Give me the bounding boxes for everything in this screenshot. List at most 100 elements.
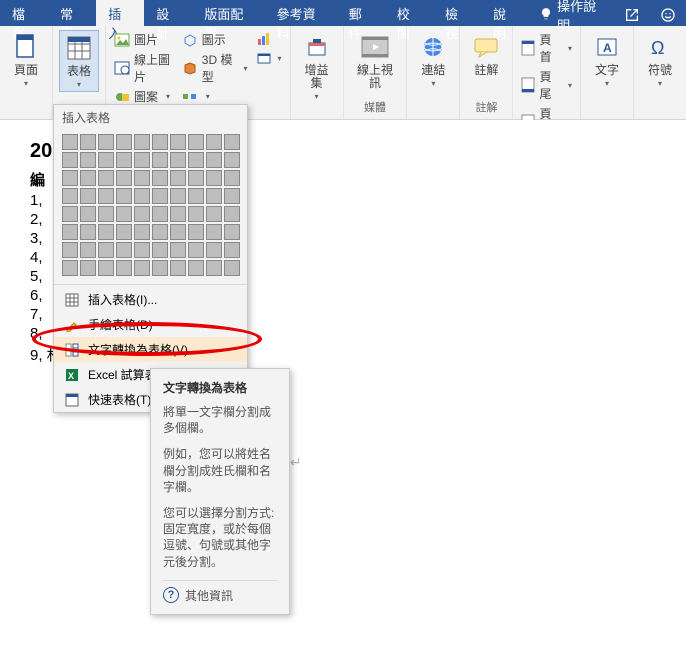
tab-mail[interactable]: 郵件 bbox=[337, 0, 385, 26]
chart-button[interactable] bbox=[254, 30, 284, 48]
grid-cell[interactable] bbox=[62, 152, 78, 168]
grid-cell[interactable] bbox=[170, 134, 186, 150]
tooltip-more-info[interactable]: ? 其他資訊 bbox=[163, 587, 277, 604]
grid-cell[interactable] bbox=[170, 206, 186, 222]
grid-cell[interactable] bbox=[170, 188, 186, 204]
grid-cell[interactable] bbox=[170, 170, 186, 186]
tab-references[interactable]: 參考資料 bbox=[265, 0, 337, 26]
footer-button[interactable]: 頁尾▾ bbox=[519, 67, 574, 103]
grid-cell[interactable] bbox=[62, 170, 78, 186]
grid-cell[interactable] bbox=[206, 242, 222, 258]
grid-cell[interactable] bbox=[98, 134, 114, 150]
icons-button[interactable]: 圖示 bbox=[180, 30, 250, 49]
grid-cell[interactable] bbox=[152, 242, 168, 258]
grid-cell[interactable] bbox=[80, 206, 96, 222]
grid-cell[interactable] bbox=[116, 224, 132, 240]
grid-cell[interactable] bbox=[116, 206, 132, 222]
tab-file[interactable]: 檔案 bbox=[0, 0, 48, 26]
3d-models-button[interactable]: 3D 模型▾ bbox=[180, 50, 250, 86]
grid-cell[interactable] bbox=[62, 242, 78, 258]
grid-cell[interactable] bbox=[224, 134, 240, 150]
grid-cell[interactable] bbox=[98, 242, 114, 258]
grid-cell[interactable] bbox=[152, 170, 168, 186]
share-button[interactable] bbox=[614, 0, 650, 26]
grid-cell[interactable] bbox=[152, 224, 168, 240]
grid-cell[interactable] bbox=[152, 152, 168, 168]
grid-cell[interactable] bbox=[224, 224, 240, 240]
grid-cell[interactable] bbox=[224, 242, 240, 258]
textbox-button[interactable]: A 文字 ▾ bbox=[587, 30, 627, 90]
grid-cell[interactable] bbox=[188, 242, 204, 258]
online-video-button[interactable]: 線上視訊 bbox=[350, 30, 401, 92]
table-button[interactable]: 表格 ▾ bbox=[59, 30, 99, 92]
comment-button[interactable]: 註解 bbox=[466, 30, 506, 79]
grid-cell[interactable] bbox=[116, 260, 132, 276]
grid-cell[interactable] bbox=[188, 224, 204, 240]
grid-cell[interactable] bbox=[62, 206, 78, 222]
grid-cell[interactable] bbox=[116, 242, 132, 258]
grid-cell[interactable] bbox=[170, 260, 186, 276]
tab-help[interactable]: 說明 bbox=[481, 0, 529, 26]
grid-cell[interactable] bbox=[224, 170, 240, 186]
grid-cell[interactable] bbox=[152, 134, 168, 150]
grid-cell[interactable] bbox=[224, 152, 240, 168]
grid-cell[interactable] bbox=[206, 170, 222, 186]
grid-cell[interactable] bbox=[116, 134, 132, 150]
grid-cell[interactable] bbox=[206, 152, 222, 168]
grid-cell[interactable] bbox=[134, 170, 150, 186]
tab-home[interactable]: 常用 bbox=[48, 0, 96, 26]
grid-cell[interactable] bbox=[80, 188, 96, 204]
grid-cell[interactable] bbox=[206, 224, 222, 240]
tab-layout[interactable]: 版面配置 bbox=[192, 0, 264, 26]
grid-cell[interactable] bbox=[98, 206, 114, 222]
grid-cell[interactable] bbox=[188, 152, 204, 168]
grid-cell[interactable] bbox=[134, 206, 150, 222]
grid-cell[interactable] bbox=[80, 152, 96, 168]
grid-cell[interactable] bbox=[152, 260, 168, 276]
grid-cell[interactable] bbox=[116, 152, 132, 168]
header-button[interactable]: 頁首▾ bbox=[519, 30, 574, 66]
grid-cell[interactable] bbox=[98, 260, 114, 276]
grid-cell[interactable] bbox=[152, 188, 168, 204]
grid-cell[interactable] bbox=[62, 134, 78, 150]
smartart-button[interactable]: ▾ bbox=[180, 87, 250, 105]
grid-cell[interactable] bbox=[134, 224, 150, 240]
grid-cell[interactable] bbox=[224, 206, 240, 222]
grid-cell[interactable] bbox=[80, 260, 96, 276]
grid-cell[interactable] bbox=[116, 170, 132, 186]
online-pictures-button[interactable]: 線上圖片 bbox=[112, 50, 176, 86]
grid-cell[interactable] bbox=[116, 188, 132, 204]
menu-convert-text-to-table[interactable]: 文字轉換為表格(V)... bbox=[54, 337, 247, 362]
menu-insert-table[interactable]: 插入表格(I)... bbox=[54, 287, 247, 312]
grid-cell[interactable] bbox=[134, 152, 150, 168]
grid-cell[interactable] bbox=[98, 170, 114, 186]
screenshot-button[interactable]: ▾ bbox=[254, 49, 284, 67]
grid-cell[interactable] bbox=[98, 152, 114, 168]
grid-cell[interactable] bbox=[188, 188, 204, 204]
grid-cell[interactable] bbox=[188, 260, 204, 276]
grid-cell[interactable] bbox=[80, 224, 96, 240]
grid-cell[interactable] bbox=[134, 242, 150, 258]
grid-cell[interactable] bbox=[188, 206, 204, 222]
grid-cell[interactable] bbox=[152, 206, 168, 222]
grid-cell[interactable] bbox=[170, 152, 186, 168]
tab-view[interactable]: 檢視 bbox=[433, 0, 481, 26]
addins-button[interactable]: 增益 集 ▾ bbox=[297, 30, 337, 103]
menu-draw-table[interactable]: 手繪表格(D) bbox=[54, 312, 247, 337]
grid-cell[interactable] bbox=[80, 170, 96, 186]
grid-cell[interactable] bbox=[98, 224, 114, 240]
tell-me[interactable]: 操作說明 bbox=[529, 0, 614, 26]
symbols-button[interactable]: Ω 符號 ▾ bbox=[640, 30, 680, 90]
grid-cell[interactable] bbox=[224, 188, 240, 204]
grid-cell[interactable] bbox=[206, 188, 222, 204]
grid-cell[interactable] bbox=[134, 188, 150, 204]
grid-cell[interactable] bbox=[80, 242, 96, 258]
grid-cell[interactable] bbox=[188, 170, 204, 186]
grid-cell[interactable] bbox=[134, 260, 150, 276]
tab-design[interactable]: 設計 bbox=[144, 0, 192, 26]
feedback-button[interactable] bbox=[650, 0, 686, 26]
grid-cell[interactable] bbox=[62, 188, 78, 204]
grid-cell[interactable] bbox=[224, 260, 240, 276]
tab-review[interactable]: 校閱 bbox=[385, 0, 433, 26]
pages-button[interactable]: 頁面 ▾ bbox=[6, 30, 46, 90]
